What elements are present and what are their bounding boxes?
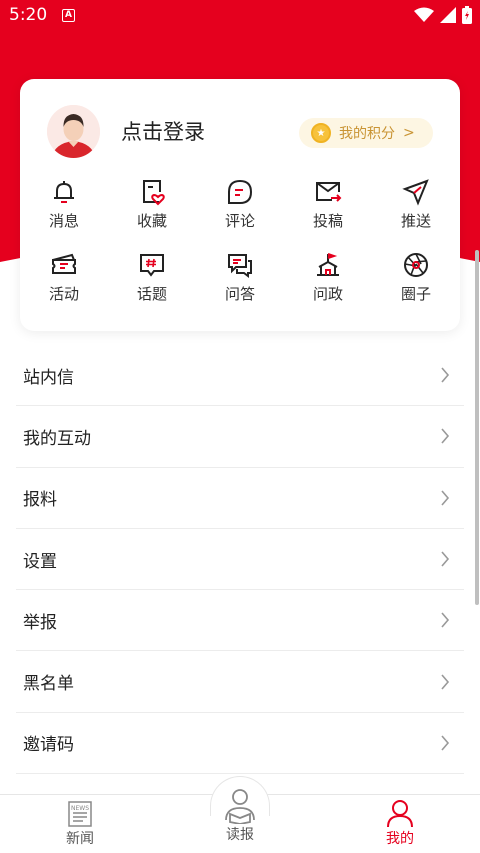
grid-item-politics[interactable]: 问政 [293,251,363,304]
grid-label: 评论 [224,212,255,230]
battery-icon [462,6,472,24]
list-item-label: 站内信 [23,367,74,388]
wifi-icon [414,7,434,22]
chevron-right-icon [441,428,450,444]
grid-label: 话题 [136,285,167,303]
list-item-interactions[interactable]: 我的互动 [16,406,464,468]
status-time: 5:20 [9,5,48,25]
qa-chat-icon [228,254,252,278]
tab-label: 新闻 [66,831,94,847]
newspaper-icon: NEWS [68,801,92,827]
coin-icon: ★ [311,123,331,143]
grid-label: 问答 [224,285,255,303]
hashtag-chat-icon [140,254,164,277]
list-item-blacklist[interactable]: 黑名单 [16,651,464,713]
government-building-icon [317,253,339,276]
chevron-right-icon: > [403,125,415,141]
ticket-icon [52,253,76,274]
grid-item-activities[interactable]: 活动 [29,251,99,304]
profile-card: 点击登录 ★ 我的积分 > 消息 收藏 评论 投稿 推送 活动 话题 问答 问政… [20,79,460,331]
grid-item-circles[interactable]: 圈子 [381,251,451,304]
login-link[interactable]: 点击登录 [121,116,205,146]
mail-send-icon [316,182,342,202]
settings-list: 站内信 我的互动 报料 设置 举报 黑名单 邀请码 [16,345,464,775]
my-points-button[interactable]: ★ 我的积分 > [299,118,433,148]
list-item-label: 黑名单 [23,674,74,695]
tab-news[interactable]: NEWS 新闻 [40,800,120,848]
list-item-label: 报料 [23,490,57,511]
grid-label: 推送 [400,212,431,230]
scrollbar[interactable] [475,250,479,605]
chevron-right-icon [441,490,450,506]
grid-item-submit[interactable]: 投稿 [293,178,363,231]
grid-label: 问政 [312,285,343,303]
svg-text:NEWS: NEWS [71,805,89,812]
avatar[interactable] [47,105,100,158]
chevron-right-icon [441,674,450,690]
reader-icon [225,789,255,824]
tab-label: 读报 [226,827,254,843]
grid-item-push[interactable]: 推送 [381,178,451,231]
grid-item-comments[interactable]: 评论 [205,178,275,231]
notification-icon: A [62,9,75,22]
grid-label: 收藏 [136,212,167,230]
list-item-tips[interactable]: 报料 [16,468,464,529]
tab-read-paper[interactable]: 读报 [200,786,280,844]
points-label: 我的积分 [339,126,395,142]
list-item-report[interactable]: 举报 [16,590,464,652]
grid-item-messages[interactable]: 消息 [29,178,99,231]
aperture-icon [404,253,428,277]
grid-item-topics[interactable]: 话题 [117,251,187,304]
list-item-label: 举报 [23,612,57,633]
chevron-right-icon [441,735,450,751]
bookmark-heart-icon [143,180,165,206]
tab-label: 我的 [386,831,414,847]
chevron-right-icon [441,551,450,567]
chevron-right-icon [441,612,450,628]
paper-plane-icon [402,179,429,206]
user-icon [387,800,413,828]
grid-label: 圈子 [400,285,431,303]
grid-item-favorites[interactable]: 收藏 [117,178,187,231]
list-item-inbox[interactable]: 站内信 [16,345,464,407]
bell-icon [54,181,74,203]
status-icons [414,6,472,24]
list-item-settings[interactable]: 设置 [16,529,464,591]
list-item-label: 我的互动 [23,428,91,449]
avatar-person-icon [47,105,100,158]
signal-icon [440,7,456,23]
list-item-label: 设置 [23,551,57,572]
grid-label: 投稿 [312,212,343,230]
grid-label: 活动 [48,285,79,303]
list-item-invite-code[interactable]: 邀请码 [16,713,464,775]
grid-label: 消息 [48,212,79,230]
status-bar: 5:20 A [0,0,480,32]
grid-item-qa[interactable]: 问答 [205,251,275,304]
comment-icon [228,179,253,204]
list-item-label: 邀请码 [23,735,74,756]
tab-mine[interactable]: 我的 [360,798,440,848]
chevron-right-icon [441,367,450,383]
